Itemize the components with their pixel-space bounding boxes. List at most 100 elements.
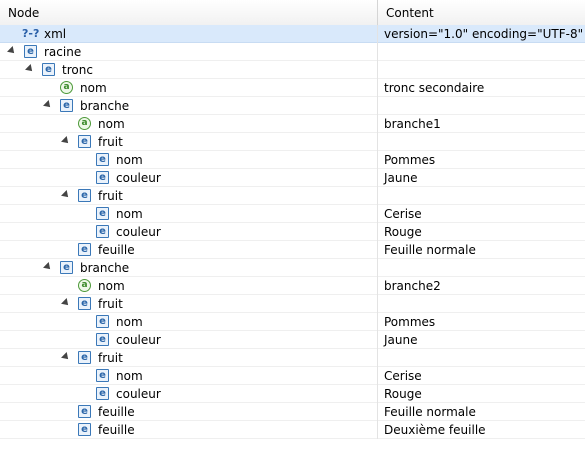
node-content: branche2 [384,279,441,293]
node-cell: e couleur [0,223,378,241]
node-name: branche [80,99,130,113]
element-icon: e [78,135,91,148]
tree-row[interactable]: ?-? xml version="1.0" encoding="UTF-8" [0,25,585,43]
node-content: Pommes [384,315,436,329]
node-cell: e feuille [0,421,378,439]
tree-row[interactable]: e couleur Rouge [0,223,585,241]
node-name: feuille [98,405,135,419]
expand-twisty-icon[interactable] [61,352,71,362]
tree-row[interactable]: e feuille Deuxième feuille [0,421,585,439]
tree-row[interactable]: e fruit [0,133,585,151]
tree-row[interactable]: e branche [0,97,585,115]
tree-row[interactable]: e feuille Feuille normale [0,403,585,421]
expand-twisty-icon[interactable] [61,136,71,146]
node-content: branche1 [384,117,441,131]
element-icon: e [60,99,73,112]
tree-row[interactable]: e nom Cerise [0,205,585,223]
node-name: fruit [98,297,123,311]
expand-twisty-icon[interactable] [25,64,35,74]
element-icon: e [78,189,91,202]
tree-row[interactable]: e racine [0,43,585,61]
tree-rows: ?-? xml version="1.0" encoding="UTF-8" e rac… [0,25,585,439]
node-content: Jaune [384,171,418,185]
expand-twisty-icon[interactable] [43,262,53,272]
node-content: Feuille normale [384,243,476,257]
node-cell: a nom [0,277,378,295]
node-name: couleur [116,387,161,401]
tree-row[interactable]: e fruit [0,295,585,313]
element-icon: e [96,333,109,346]
tree-row[interactable]: e feuille Feuille normale [0,241,585,259]
element-icon: e [24,45,37,58]
element-icon: e [78,243,91,256]
node-name: nom [116,315,143,329]
tree-row[interactable]: a nom tronc secondaire [0,79,585,97]
attribute-icon: a [78,117,91,130]
node-content: version="1.0" encoding="UTF-8" [384,27,584,41]
node-content: Rouge [384,225,422,239]
node-name: fruit [98,351,123,365]
element-icon: e [60,261,73,274]
element-icon: e [96,225,109,238]
expand-twisty-icon[interactable] [61,190,71,200]
node-cell: e fruit [0,349,378,367]
node-cell: ?-? xml [0,25,378,43]
node-cell: e feuille [0,241,378,259]
xml-tree-view: Node Content ?-? xml version="1.0" encodin… [0,0,585,459]
node-content: Cerise [384,207,422,221]
node-name: nom [80,81,107,95]
node-content: Jaune [384,333,418,347]
node-cell: e nom [0,367,378,385]
column-header: Node Content [0,0,585,26]
node-cell: e nom [0,205,378,223]
tree-row[interactable]: e nom Cerise [0,367,585,385]
expand-twisty-icon[interactable] [61,298,71,308]
attribute-icon: a [78,279,91,292]
node-name: nom [116,153,143,167]
tree-row[interactable]: a nom branche1 [0,115,585,133]
node-cell: e couleur [0,169,378,187]
element-icon: e [96,207,109,220]
node-name: nom [116,369,143,383]
node-cell: e couleur [0,331,378,349]
node-name: couleur [116,171,161,185]
node-name: xml [44,27,67,41]
element-icon: e [96,153,109,166]
node-name: feuille [98,423,135,437]
tree-row[interactable]: e nom Pommes [0,313,585,331]
node-name: feuille [98,243,135,257]
processing-instruction-icon: ?-? [22,27,40,40]
node-content: Feuille normale [384,405,476,419]
node-cell: e feuille [0,403,378,421]
node-name: tronc [62,63,93,77]
node-cell: e fruit [0,133,378,151]
node-name: couleur [116,333,161,347]
expand-twisty-icon[interactable] [7,46,17,56]
tree-row[interactable]: e fruit [0,187,585,205]
tree-row[interactable]: e fruit [0,349,585,367]
element-icon: e [96,315,109,328]
tree-row[interactable]: e branche [0,259,585,277]
node-cell: a nom [0,79,378,97]
element-icon: e [96,387,109,400]
node-cell: e branche [0,259,378,277]
element-icon: e [96,369,109,382]
attribute-icon: a [60,81,73,94]
node-name: nom [116,207,143,221]
tree-row[interactable]: e couleur Rouge [0,385,585,403]
node-name: fruit [98,135,123,149]
expand-twisty-icon[interactable] [43,100,53,110]
column-header-node[interactable]: Node [0,0,378,25]
tree-row[interactable]: a nom branche2 [0,277,585,295]
node-cell: e branche [0,97,378,115]
tree-row[interactable]: e couleur Jaune [0,331,585,349]
node-cell: e tronc [0,61,378,79]
tree-row[interactable]: e nom Pommes [0,151,585,169]
element-icon: e [78,297,91,310]
element-icon: e [78,405,91,418]
column-header-content[interactable]: Content [378,0,585,25]
node-cell: e nom [0,313,378,331]
tree-row[interactable]: e couleur Jaune [0,169,585,187]
node-cell: e fruit [0,187,378,205]
tree-row[interactable]: e tronc [0,61,585,79]
